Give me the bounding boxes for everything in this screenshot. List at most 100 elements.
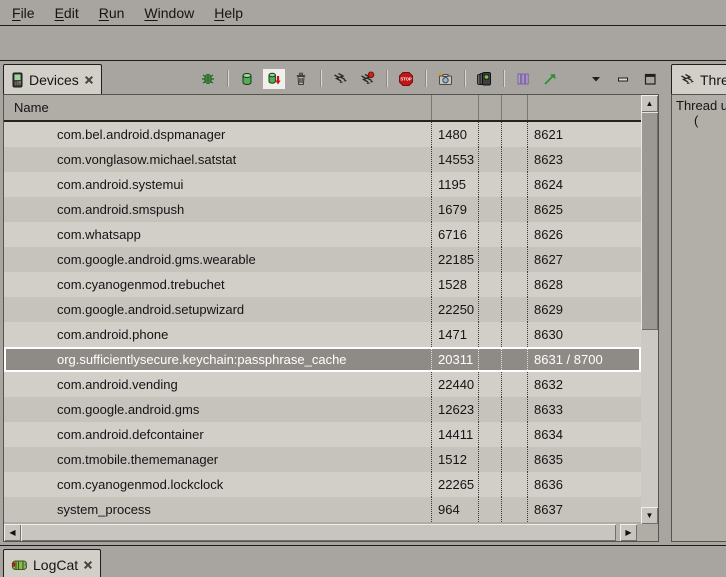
table-row[interactable]: system_process9648637 (4, 497, 641, 522)
phone-stack-icon[interactable] (472, 68, 496, 90)
menu-edit-mnemonic: E (55, 5, 64, 21)
cell-pid: 22440 (431, 372, 478, 397)
table-row[interactable]: com.bel.android.dspmanager14808621 (4, 122, 641, 147)
logcat-panel: LogCat (0, 545, 726, 577)
cell-pid: 1480 (431, 122, 478, 147)
cell-c4 (501, 372, 527, 397)
cell-c3 (478, 247, 501, 272)
update-heap-icon[interactable] (235, 68, 259, 90)
debug-icon[interactable] (196, 68, 220, 90)
menu-file[interactable]: File (2, 1, 45, 25)
cause-gc-trash-icon[interactable] (289, 68, 313, 90)
tab-threads-label: Threa (700, 72, 726, 88)
method-profiling-icon[interactable] (538, 68, 562, 90)
cell-pid: 22185 (431, 247, 478, 272)
cell-name: com.tmobile.thememanager (4, 447, 431, 472)
menu-window[interactable]: Window (134, 1, 204, 25)
threads-profiling-icon[interactable] (355, 68, 379, 90)
cell-name: com.android.systemui (4, 172, 431, 197)
cell-port: 8634 (527, 422, 641, 447)
column-header-3[interactable] (478, 95, 501, 120)
column-header-4[interactable] (501, 95, 527, 120)
screen-capture-icon[interactable] (433, 68, 457, 90)
table-header: Name (4, 95, 641, 122)
table-row[interactable]: com.tmobile.thememanager15128635 (4, 447, 641, 472)
systrace-icon[interactable] (511, 68, 535, 90)
view-menu-icon[interactable] (584, 68, 608, 90)
table-row[interactable]: com.google.android.setupwizard222508629 (4, 297, 641, 322)
cell-c4 (501, 447, 527, 472)
cell-pid: 20311 (431, 347, 478, 372)
close-icon[interactable] (84, 75, 94, 85)
cell-name: com.google.android.gms.wearable (4, 247, 431, 272)
table-row[interactable]: com.android.defcontainer144118634 (4, 422, 641, 447)
menu-edit[interactable]: Edit (45, 1, 89, 25)
table-row-selected[interactable]: org.sufficientlysecure.keychain:passphra… (4, 347, 641, 372)
cell-c3 (478, 447, 501, 472)
cell-port: 8635 (527, 447, 641, 472)
cell-pid: 14553 (431, 147, 478, 172)
cell-c4 (501, 197, 527, 222)
horizontal-scrollbar-thumb[interactable] (21, 524, 616, 541)
cell-c4 (501, 422, 527, 447)
cell-c3 (478, 197, 501, 222)
svg-text:STOP: STOP (400, 76, 412, 81)
tab-devices[interactable]: Devices (3, 64, 102, 94)
cell-c4 (501, 247, 527, 272)
column-header-port[interactable] (527, 95, 641, 120)
cell-name: com.android.smspush (4, 197, 431, 222)
column-header-name[interactable]: Name (4, 95, 431, 120)
table-row[interactable]: com.google.android.gms126238633 (4, 397, 641, 422)
table-row[interactable]: com.whatsapp67168626 (4, 222, 641, 247)
stop-process-icon[interactable]: STOP (394, 68, 418, 90)
cell-port: 8628 (527, 272, 641, 297)
table-rows: com.bel.android.dspmanager14808621com.vo… (4, 122, 641, 524)
menu-run[interactable]: Run (89, 1, 135, 25)
cell-name: com.google.android.gms (4, 397, 431, 422)
cell-name: com.vonglasow.michael.satstat (4, 147, 431, 172)
table-row[interactable]: com.android.vending224408632 (4, 372, 641, 397)
menu-file-mnemonic: F (12, 5, 21, 21)
minimize-icon[interactable] (611, 68, 635, 90)
menu-help[interactable]: Help (204, 1, 253, 25)
table-row[interactable]: com.android.systemui11958624 (4, 172, 641, 197)
tab-logcat[interactable]: LogCat (3, 549, 101, 577)
table-row[interactable]: com.cyanogenmod.trebuchet15288628 (4, 272, 641, 297)
update-threads-icon[interactable] (328, 68, 352, 90)
cell-c4 (501, 497, 527, 522)
table-row[interactable]: com.google.android.gms.wearable221858627 (4, 247, 641, 272)
dump-hprof-icon[interactable] (262, 68, 286, 90)
cell-port: 8637 (527, 497, 641, 522)
tab-logcat-label: LogCat (33, 557, 78, 573)
close-icon[interactable] (83, 560, 93, 570)
cell-pid: 1679 (431, 197, 478, 222)
cell-pid: 964 (431, 497, 478, 522)
cell-c3 (478, 147, 501, 172)
cell-c3 (478, 122, 501, 147)
column-header-pid[interactable] (431, 95, 478, 120)
toolbar-separator (320, 70, 321, 87)
menu-run-rest: un (109, 5, 125, 21)
phone-icon (11, 72, 24, 88)
maximize-icon[interactable] (638, 68, 662, 90)
table-row[interactable]: com.vonglasow.michael.satstat145538623 (4, 147, 641, 172)
vertical-scrollbar[interactable]: ▲ ▼ (641, 95, 658, 524)
cell-name: org.sufficientlysecure.keychain:passphra… (4, 347, 431, 372)
horizontal-scrollbar[interactable]: ◀ ▶ (4, 524, 637, 541)
cell-c3 (478, 422, 501, 447)
scroll-up-icon[interactable]: ▲ (641, 95, 658, 112)
threads-panel: Thread up ( (671, 94, 726, 542)
scroll-left-icon[interactable]: ◀ (4, 524, 21, 541)
cell-port: 8621 (527, 122, 641, 147)
table-row[interactable]: com.cyanogenmod.lockclock222658636 (4, 472, 641, 497)
vertical-scrollbar-thumb[interactable] (641, 112, 658, 330)
tab-threads[interactable]: Threa (671, 64, 726, 94)
cell-name: com.cyanogenmod.trebuchet (4, 272, 431, 297)
table-row[interactable]: com.android.phone14718630 (4, 322, 641, 347)
cell-port: 8636 (527, 472, 641, 497)
scroll-down-icon[interactable]: ▼ (641, 507, 658, 524)
logcat-icon (11, 557, 28, 573)
cell-port: 8632 (527, 372, 641, 397)
table-row[interactable]: com.android.smspush16798625 (4, 197, 641, 222)
scroll-right-icon[interactable]: ▶ (620, 524, 637, 541)
